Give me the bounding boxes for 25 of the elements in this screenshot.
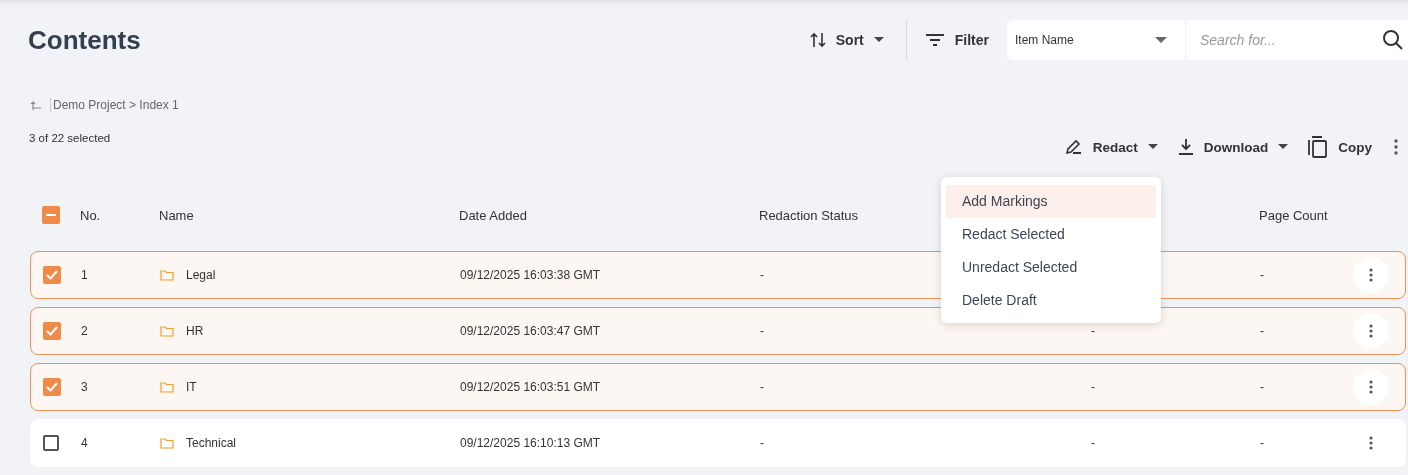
table-cell: 3 [81, 380, 88, 394]
table-cell: 09/12/2025 16:03:38 GMT [460, 268, 601, 282]
table-cell: HR [186, 324, 204, 338]
table-cell: - [760, 436, 764, 450]
table-cell: Technical [186, 436, 237, 450]
selection-count: 3 of 22 selected [29, 132, 111, 146]
table-cell: - [760, 268, 764, 282]
table-cell: Legal [186, 268, 216, 282]
table-cell: - [1260, 268, 1264, 282]
page-title: Contents [28, 24, 141, 56]
table-cell: 09/12/2025 16:03:47 GMT [460, 324, 601, 338]
table-cell: - [1260, 324, 1264, 338]
table-cell: 09/12/2025 16:10:13 GMT [460, 436, 601, 450]
table-cell: - [1260, 436, 1264, 450]
table-cell: - [760, 380, 764, 394]
table-cell: IT [186, 380, 197, 394]
table-cell: - [760, 324, 764, 338]
table-cell: - [1091, 380, 1095, 394]
table-cell: - [1091, 324, 1095, 338]
table-cell: 09/12/2025 16:03:51 GMT [460, 380, 601, 394]
table-cell: - [1091, 436, 1095, 450]
table-cell: 1 [81, 268, 88, 282]
table-cell: 2 [81, 324, 88, 338]
table-cell: - [1260, 380, 1264, 394]
table-cell: 4 [81, 436, 88, 450]
